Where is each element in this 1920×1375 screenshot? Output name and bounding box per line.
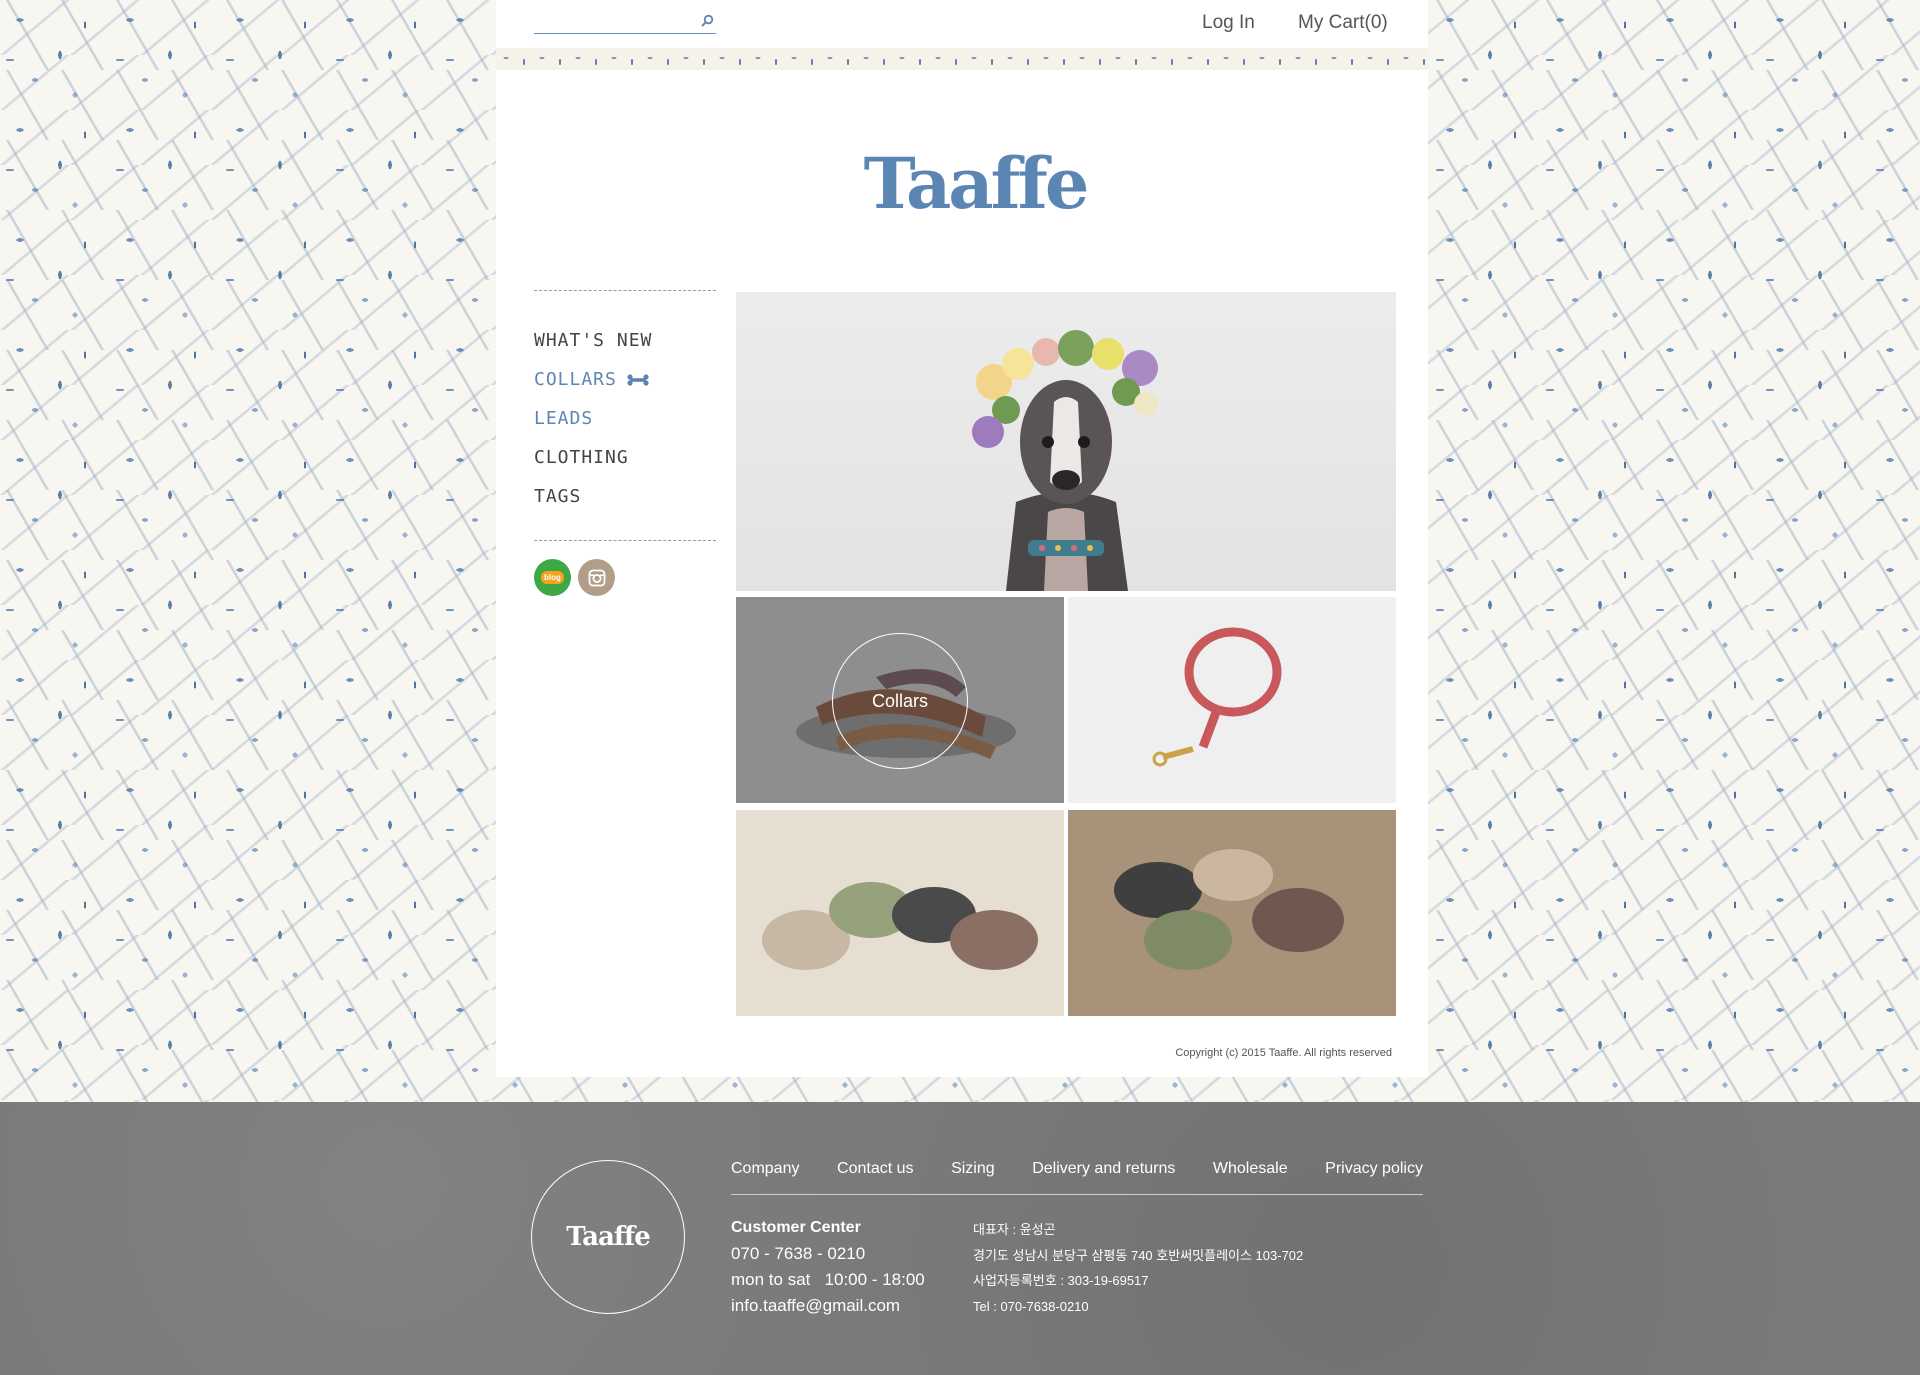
knit-snoods-photo: [762, 882, 1038, 970]
divider: [534, 540, 716, 541]
brand-logo[interactable]: Taaffe: [496, 142, 1428, 225]
footer-logo-badge[interactable]: Taaffe: [531, 1160, 685, 1314]
product-tile-knit-snoods[interactable]: [736, 810, 1064, 1016]
company-tel: Tel : 070-7638-0210: [973, 1298, 1089, 1314]
category-nav: WHAT'S NEW COLLARS LEADS CLOTHING TAGS: [534, 321, 716, 516]
search-icon[interactable]: [700, 14, 714, 28]
footer-links: Company Contact us Sizing Delivery and r…: [731, 1160, 1423, 1195]
nav-item-label: COLLARS: [534, 369, 617, 390]
camera-icon: [588, 569, 605, 586]
footer-logo-text: Taaffe: [566, 1222, 650, 1252]
nav-item-label: LEADS: [534, 408, 594, 429]
login-link[interactable]: Log In: [1202, 12, 1255, 34]
instagram-icon[interactable]: [578, 559, 615, 596]
product-tile-lead[interactable]: [1068, 597, 1396, 803]
product-tile-knit-snoods-straw[interactable]: [1068, 810, 1396, 1016]
nav-item-label: TAGS: [534, 486, 582, 507]
company-info: 대표자 : 윤성곤 경기도 성남시 분당구 삼평동 740 호반써밋플레이스 1…: [973, 1217, 1303, 1319]
lead-photo: [1152, 627, 1282, 767]
customer-center-email[interactable]: info.taaffe@gmail.com: [731, 1293, 925, 1319]
knit-snoods-straw-photo: [1114, 849, 1344, 970]
customer-center: Customer Center 070 - 7638 - 0210 mon to…: [731, 1215, 925, 1319]
cart-link[interactable]: My Cart(0): [1298, 12, 1388, 34]
customer-center-hours: mon to sat 10:00 - 18:00: [731, 1270, 925, 1289]
nav-item-clothing[interactable]: CLOTHING: [534, 438, 716, 477]
nav-item-whats-new[interactable]: WHAT'S NEW: [534, 321, 716, 360]
footer-link-company[interactable]: Company: [731, 1160, 799, 1178]
footer-link-contact[interactable]: Contact us: [837, 1160, 913, 1178]
bone-icon: [627, 373, 649, 386]
blog-badge-label: blog: [541, 571, 564, 584]
search-box: [534, 12, 716, 34]
search-input[interactable]: [534, 12, 694, 32]
dog-flower-crown-photo: [972, 330, 1158, 591]
footer-link-wholesale[interactable]: Wholesale: [1213, 1160, 1288, 1178]
hero-product-image[interactable]: [736, 292, 1396, 591]
copyright-text: Copyright (c) 2015 Taaffe. All rights re…: [1175, 1047, 1392, 1059]
social-links: blog: [534, 559, 716, 596]
nav-item-collars[interactable]: COLLARS: [534, 360, 716, 399]
top-bar: Log In My Cart(0): [496, 0, 1428, 48]
footer-link-delivery[interactable]: Delivery and returns: [1032, 1160, 1175, 1178]
main-content-column: Log In My Cart(0) Taaffe WHAT'S NEW COLL…: [496, 0, 1428, 1077]
nav-item-label: CLOTHING: [534, 447, 629, 468]
nav-item-leads[interactable]: LEADS: [534, 399, 716, 438]
divider: [534, 290, 716, 291]
footer-link-privacy[interactable]: Privacy policy: [1325, 1160, 1423, 1178]
company-biz-no: 사업자등록번호 : 303-19-69517: [973, 1273, 1149, 1288]
footer-link-sizing[interactable]: Sizing: [951, 1160, 995, 1178]
floral-strip: [496, 48, 1428, 70]
customer-center-title: Customer Center: [731, 1219, 861, 1236]
blog-icon[interactable]: blog: [534, 559, 571, 596]
company-address: 경기도 성남시 분당구 삼평동 740 호반써밋플레이스 103-702: [973, 1247, 1304, 1263]
nav-item-label: WHAT'S NEW: [534, 330, 653, 351]
sidebar: WHAT'S NEW COLLARS LEADS CLOTHING TAGS b…: [534, 290, 716, 596]
company-ceo: 대표자 : 윤성곤: [973, 1222, 1056, 1237]
footer: [0, 1102, 1920, 1375]
customer-center-phone: 070 - 7638 - 0210: [731, 1244, 866, 1263]
nav-item-tags[interactable]: TAGS: [534, 477, 716, 516]
product-tile-collars[interactable]: Collars: [736, 597, 1064, 803]
collars-overlay-label[interactable]: Collars: [832, 633, 968, 769]
